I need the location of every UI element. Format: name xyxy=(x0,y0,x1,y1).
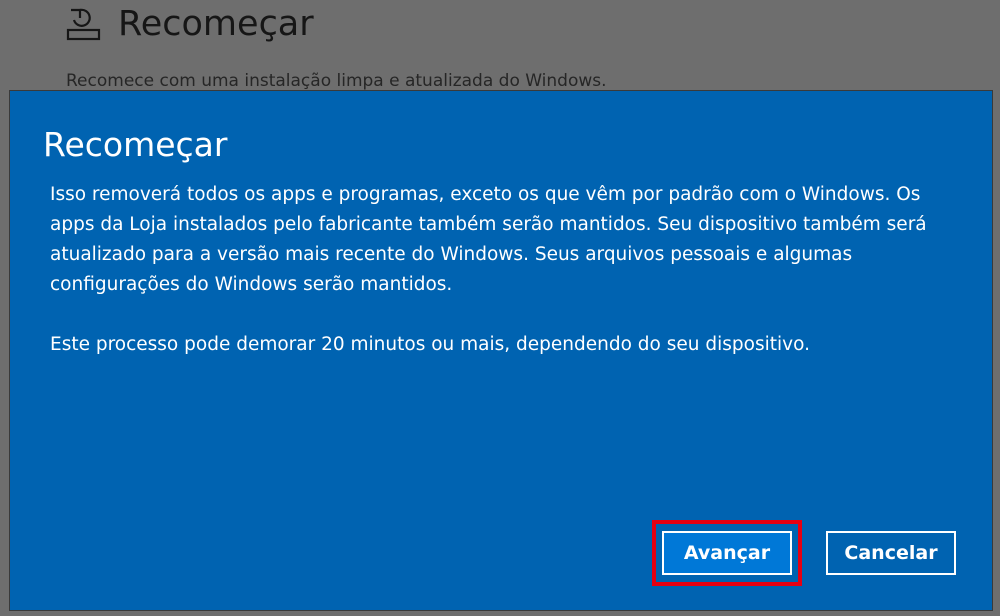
fresh-start-dialog: Recomeçar Isso removerá todos os apps e … xyxy=(10,91,992,610)
dialog-description: Isso removerá todos os apps e programas,… xyxy=(50,184,927,295)
background-page-subtitle: Recomece com uma instalação limpa e atua… xyxy=(66,71,607,91)
dialog-duration-note: Este processo pode demorar 20 minutos ou… xyxy=(50,334,810,355)
reset-pc-icon xyxy=(66,6,102,42)
background-settings-header: Recomeçar Recomece com uma instalação li… xyxy=(0,0,1000,96)
dialog-title: Recomeçar xyxy=(43,125,228,164)
background-page-title: Recomeçar xyxy=(118,4,314,44)
next-button[interactable]: Avançar xyxy=(662,531,792,575)
dialog-body: Isso removerá todos os apps e programas,… xyxy=(50,180,955,360)
cancel-button[interactable]: Cancelar xyxy=(826,531,956,575)
